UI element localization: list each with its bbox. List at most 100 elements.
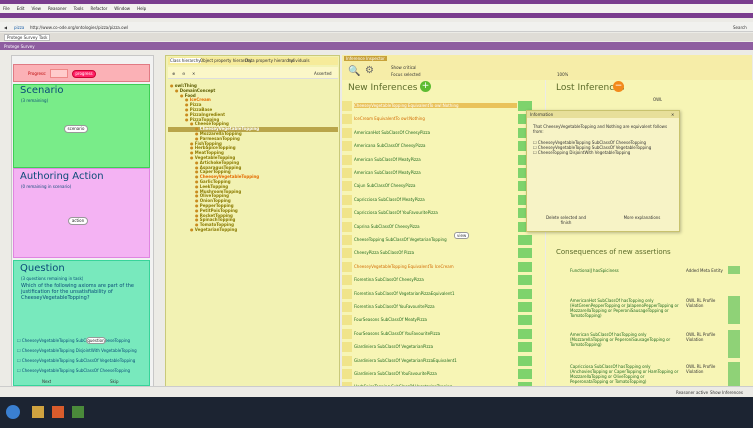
delete-selected-button[interactable]: Delete selected and finish xyxy=(541,215,591,225)
inference-row[interactable]: Fiorentina SubClassOf VegetarianPizzaEqu… xyxy=(354,291,517,296)
information-dialog: Information ✕ That CheeseyVegetableToppi… xyxy=(526,110,680,232)
tree-node-label: VegetarianTopping xyxy=(194,226,238,232)
inference-row[interactable]: Capricciosa SubClassOf YouFavouritePizza xyxy=(354,210,517,215)
menu-item-view[interactable]: View xyxy=(31,6,41,11)
add-sibling-icon[interactable]: ⊖ xyxy=(182,71,185,76)
inference-status-cell[interactable] xyxy=(518,355,532,366)
menu-item-help[interactable]: Help xyxy=(137,6,146,11)
inference-status-cell[interactable] xyxy=(518,288,532,299)
lost-column-header: OWL xyxy=(653,97,663,102)
inference-row[interactable]: American SubClassOf MeatyPizza xyxy=(354,170,517,175)
next-button[interactable]: Next xyxy=(42,379,51,384)
scenario-panel: Scenario (3 remaining) scenario xyxy=(13,84,150,168)
hierarchy-tab-3[interactable]: Individuals xyxy=(288,58,310,63)
focus-selected-checkbox[interactable]: Focus selected xyxy=(391,72,421,77)
close-icon[interactable]: ✕ xyxy=(671,112,674,117)
delete-class-icon[interactable]: ✕ xyxy=(192,71,195,76)
inference-row[interactable]: Cajun SubClassOf CheesyPizza xyxy=(354,183,517,188)
scenario-button[interactable]: scenario xyxy=(64,125,88,133)
inference-inspector-tab[interactable]: Inference Inspector xyxy=(344,56,387,61)
inference-status-cell[interactable] xyxy=(518,342,532,353)
inference-row[interactable]: CheeseyVegetableTopping EquivalentTo Ice… xyxy=(354,264,517,269)
app-icon[interactable] xyxy=(72,406,84,418)
browser-icon[interactable] xyxy=(52,406,64,418)
tree-node[interactable]: ● VegetarianTopping xyxy=(168,226,338,233)
add-subclass-icon[interactable]: ⊕ xyxy=(172,71,175,76)
inference-row[interactable]: FourSeasons SubClassOf MeatyPizza xyxy=(354,317,517,322)
remove-inference-icon[interactable]: − xyxy=(613,81,624,92)
ontology-url[interactable]: http://www.co-ode.org/ontologies/pizza/p… xyxy=(30,25,330,30)
hierarchy-tab-0[interactable]: Class hierarchy xyxy=(170,58,201,63)
back-icon[interactable]: ◀ xyxy=(4,25,7,30)
consequence-type: Added Meta Entity xyxy=(686,268,723,273)
hierarchy-tab-2[interactable]: Data property hierarchy xyxy=(245,58,293,63)
inference-row[interactable]: CheesyPizza SubClassOf Pizza xyxy=(354,250,517,255)
inference-row[interactable]: Fiorentina SubClassOf YouFavouritePizza xyxy=(354,304,517,309)
more-explanations-button[interactable]: More explanations xyxy=(617,215,667,220)
row-marker xyxy=(342,369,352,379)
hierarchy-toolbar: ⊕ ⊖ ✕ Asserted xyxy=(168,67,338,79)
start-icon[interactable] xyxy=(6,405,20,419)
question-button[interactable]: question xyxy=(86,337,106,344)
consequence-row[interactable]: American SubClassOf hasTopping only (Moz… xyxy=(570,332,682,347)
inference-status-cell[interactable] xyxy=(518,302,532,312)
question-title: Question xyxy=(20,263,65,274)
inference-status-cell[interactable] xyxy=(518,261,532,272)
search-label[interactable]: Search xyxy=(733,25,747,30)
inference-row[interactable]: American SubClassOf MeatyPizza xyxy=(354,157,517,162)
hierarchy-tab-1[interactable]: Object property hierarchy xyxy=(200,58,252,63)
inference-row[interactable]: IceCream EquivalentTo owl:Nothing xyxy=(354,116,517,121)
progress-fill xyxy=(50,69,68,78)
inference-row[interactable]: Giardiniera SubClassOf VegetarianPizza xyxy=(354,344,517,349)
question-option[interactable]: ☐ CheeseyVegetableTopping DisjointWith V… xyxy=(17,347,149,357)
inference-status-cell[interactable] xyxy=(518,235,532,245)
row-marker xyxy=(342,248,352,259)
menu-item-refactor[interactable]: Refactor xyxy=(91,6,108,11)
add-inference-icon[interactable]: + xyxy=(420,81,431,92)
inference-row[interactable]: Capricciosa SubClassOf MeatyPizza xyxy=(354,197,517,202)
inference-status-cell[interactable] xyxy=(518,248,532,259)
question-option[interactable]: ☐ CheeseyVegetableTopping SubClassOf Veg… xyxy=(17,357,149,367)
justification-list: ☐ CheeseyVegetableTopping SubClassOf Che… xyxy=(533,140,675,155)
action-button[interactable]: action xyxy=(68,217,88,225)
inference-status-cell[interactable] xyxy=(518,275,532,286)
consequence-status-cell xyxy=(728,330,740,358)
skip-button[interactable]: Skip xyxy=(110,379,119,384)
inference-row[interactable]: FourSeasons SubClassOf YouFavouritePizza xyxy=(354,331,517,336)
inference-row[interactable]: Fiorentina SubClassOf CheesyPizza xyxy=(354,277,517,282)
search-icon[interactable]: 🔍 xyxy=(348,66,360,77)
inference-status-cell[interactable] xyxy=(518,315,532,326)
settings-icon[interactable]: ⚙ xyxy=(365,65,374,76)
consequence-row[interactable]: FunctionalJ hasSpiciness xyxy=(570,268,682,273)
inference-row[interactable]: Caprina SubClassOf CheesyPizza xyxy=(354,224,517,229)
explorer-icon[interactable] xyxy=(32,406,44,418)
inference-status-cell[interactable] xyxy=(518,369,532,379)
view-button[interactable]: view xyxy=(454,232,470,239)
justification-axiom[interactable]: ☐ CheeseTopping DisjointWith VegetableTo… xyxy=(533,150,675,155)
inference-row[interactable]: CheeseyVegetableTopping EquivalentTo owl… xyxy=(354,103,517,108)
consequence-row[interactable]: Capricciosa SubClassOf hasTopping only (… xyxy=(570,364,682,384)
question-option[interactable]: ☐ CheeseyVegetableTopping SubClassOf Che… xyxy=(17,337,149,347)
show-critical-checkbox[interactable]: Show critical xyxy=(391,65,416,70)
row-marker xyxy=(342,101,352,111)
tab-protege-survey-task[interactable]: Protege Survey Task xyxy=(4,34,51,41)
menu-item-tools[interactable]: Tools xyxy=(74,6,84,11)
consequence-row[interactable]: AmericanHot SubClassOf hasTopping only (… xyxy=(570,298,682,318)
menu-item-window[interactable]: Window xyxy=(114,6,130,11)
show-inferences-checkbox[interactable]: Show Inferences xyxy=(710,390,743,395)
inference-status-cell[interactable] xyxy=(518,328,532,339)
menu-item-reasoner[interactable]: Reasoner xyxy=(48,6,67,11)
asserted-select[interactable]: Asserted xyxy=(314,71,332,76)
os-taskbar xyxy=(0,397,753,428)
inference-row[interactable]: CheeseTopping SubClassOf VegetarianToppi… xyxy=(354,237,517,242)
inference-row[interactable]: AmericanHot SubClassOf CheesyPizza xyxy=(354,130,517,135)
information-title: Information xyxy=(530,112,554,117)
menu-item-edit[interactable]: Edit xyxy=(17,6,25,11)
question-option[interactable]: ☐ CheeseyVegetableTopping SubClassOf Che… xyxy=(17,367,149,377)
progress-button[interactable]: progress xyxy=(72,70,96,78)
inference-row[interactable]: Giardiniera SubClassOf YouFavouritePizza xyxy=(354,371,517,376)
menu-item-file[interactable]: File xyxy=(3,6,10,11)
inference-row[interactable]: Americana SubClassOf CheesyPizza xyxy=(354,143,517,148)
question-text: Which of the following axioms are part o… xyxy=(21,283,134,301)
inference-row[interactable]: Giardiniera SubClassOf VegetarianPizzaEq… xyxy=(354,358,517,363)
